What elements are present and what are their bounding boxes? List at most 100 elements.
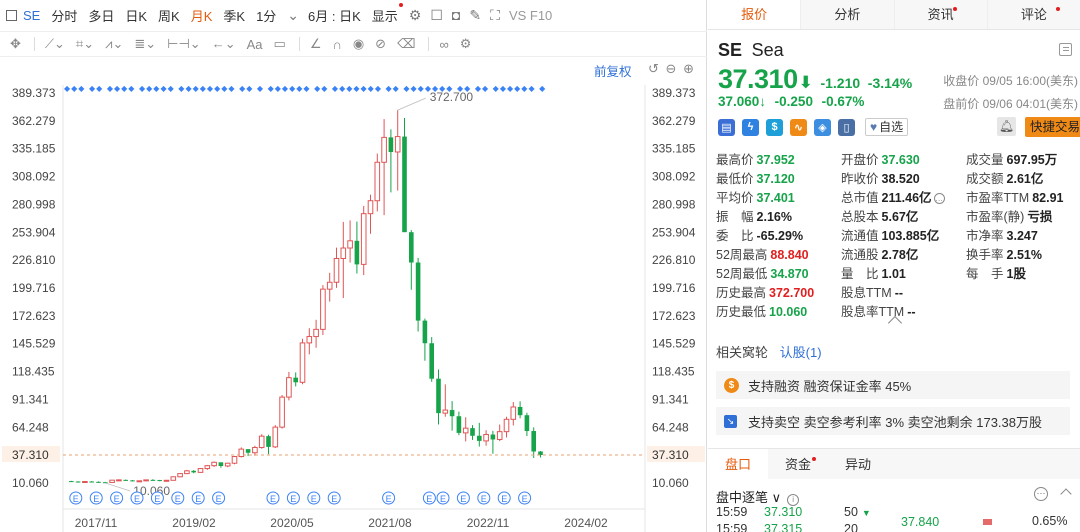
stat-cell: 昨收价 38.520 <box>841 168 966 187</box>
fib-tool-icon[interactable]: ≣⌄ <box>134 36 156 52</box>
eye-icon[interactable]: ◉ <box>353 36 364 52</box>
candle-body <box>374 161 381 202</box>
dollar-icon[interactable]: $ <box>766 118 783 136</box>
period-tab-multiday[interactable]: 多日 <box>88 6 114 25</box>
candle-body <box>252 446 258 454</box>
earnings-marker-label: E <box>311 494 317 504</box>
tab-comments[interactable]: 评论 <box>986 0 1080 29</box>
stat-label: 每 手 <box>966 267 1004 281</box>
wave-tool-icon[interactable]: ⩘⌄ <box>105 36 123 52</box>
stat-label: 市净率 <box>966 229 1004 243</box>
period-tab-weekly[interactable]: 周K <box>158 6 180 25</box>
quick-trade-button[interactable]: 快捷交易 <box>1025 117 1080 137</box>
bookmark-icon[interactable]: ▯ <box>838 118 855 136</box>
hide-icon[interactable]: ⊘ <box>375 36 386 52</box>
y-tick-label-right: 362.279 <box>652 114 696 128</box>
pencil-icon[interactable]: ✎ <box>469 7 481 24</box>
stat-cell: 成交量 697.95万 <box>966 149 1080 168</box>
stat-value: -- <box>907 305 916 319</box>
y-tick-label-left: 118.435 <box>12 365 55 379</box>
stat-label: 市盈率(静) <box>966 210 1025 224</box>
trash-icon[interactable]: ⌫ <box>397 36 415 52</box>
move-icon[interactable]: ✥ <box>10 36 21 52</box>
candle-body <box>218 462 224 466</box>
more-info-icon[interactable]: … <box>933 193 945 204</box>
bell-icon[interactable]: 🔔︎ <box>997 117 1016 136</box>
info-icon[interactable]: i <box>787 494 800 506</box>
tick-title[interactable]: 盘中逐笔 ∨ <box>716 490 781 505</box>
gear-icon[interactable]: ⚙ <box>409 7 422 24</box>
margin-info[interactable]: $ 支持融资 融资保证金率 45% <box>716 371 1070 399</box>
y-tick-label-left: 226.810 <box>12 253 56 267</box>
note-tool-icon[interactable]: ▭ <box>274 36 286 52</box>
square-icon[interactable]: ☐ <box>430 7 443 24</box>
period-tab-1min[interactable]: 1分 <box>256 6 276 25</box>
stat-cell: 52周最低 34.870 <box>716 263 841 282</box>
symbol-label[interactable]: SE <box>23 8 40 23</box>
period-tab-quarterly[interactable]: 季K <box>223 6 245 25</box>
chart-area[interactable]: 389.373 389.373 362.279 362.279 335.185 335.1… <box>0 57 707 532</box>
menu-icon[interactable] <box>1059 43 1072 56</box>
stats-row: 最低价 37.120 昨收价 38.520 成交额 2.61亿 <box>716 168 1080 187</box>
unread-dot <box>952 7 957 11</box>
display-menu[interactable]: 显示 <box>372 2 403 25</box>
tab-analysis[interactable]: 分析 <box>800 0 893 29</box>
measure-tool-icon[interactable]: ⊢⊣⌄ <box>167 36 201 52</box>
y-tick-label-left: 389.373 <box>12 86 56 100</box>
zoom-out-icon[interactable]: ⊖ <box>666 61 677 76</box>
adjust-mode-link[interactable]: 前复权 <box>594 61 632 80</box>
tab-capital[interactable]: 资金 <box>768 449 828 479</box>
fullscreen-icon[interactable]: ⛶ <box>490 7 500 24</box>
short-text: 支持卖空 卖空参考利率 3% 卖空池剩余 173.38万股 <box>748 414 1042 430</box>
tab-news[interactable]: 资讯 <box>893 0 987 29</box>
candle-body <box>462 427 469 434</box>
period-tab-daily[interactable]: 日K <box>125 6 147 25</box>
arrow-tool-icon[interactable]: ←⌄ <box>212 36 236 52</box>
settings-icon[interactable]: ⚙ <box>460 36 472 52</box>
earnings-marker-label: E <box>216 494 222 504</box>
range-select[interactable]: 6月 : 日K <box>308 6 361 25</box>
stats-row: 委 比 -65.29% 流通值 103.885亿 市净率 3.247 <box>716 225 1080 244</box>
stat-value: 697.95万 <box>1006 153 1058 167</box>
warrant-link[interactable]: 认股(1) <box>780 345 822 360</box>
period-tab-intraday[interactable]: 分时 <box>51 6 77 25</box>
candle-body <box>286 377 292 398</box>
stat-label: 流通股 <box>841 248 879 262</box>
candle-body <box>163 479 170 482</box>
heart-icon: ♥ <box>870 120 878 134</box>
add-watchlist-button[interactable]: ♥ 自选 <box>865 118 909 136</box>
stat-label: 52周最低 <box>716 267 768 281</box>
x-tick-label: 2019/02 <box>172 516 216 530</box>
undo-icon[interactable]: ↺ <box>648 61 659 76</box>
line-tool-icon[interactable]: ⟋⌄ <box>45 36 65 52</box>
tag-icon[interactable]: ◈ <box>814 118 831 136</box>
camera-icon[interactable]: ◘ <box>452 7 460 23</box>
us-flag-icon[interactable]: ▤ <box>718 118 735 136</box>
candle-body <box>116 479 122 482</box>
coin-icon: $ <box>724 377 739 393</box>
zoom-in-icon[interactable]: ⊕ <box>683 61 694 76</box>
layout-icon[interactable] <box>6 9 17 21</box>
link-icon[interactable]: ∞ <box>439 37 448 52</box>
tab-orderbook[interactable]: 盘口 <box>708 449 768 479</box>
candle-body <box>123 479 128 481</box>
premarket-time: 盘前价 09/06 04:01(美东) <box>943 97 1078 111</box>
tab-quote[interactable]: 报价 <box>708 0 801 29</box>
stat-cell: 流通股 2.78亿 <box>841 244 966 263</box>
text-tool-icon[interactable]: Aa <box>247 37 263 52</box>
lightning-icon[interactable]: ϟ <box>742 118 759 136</box>
magnet-icon[interactable]: ∩ <box>332 37 341 52</box>
channel-tool-icon[interactable]: ⌗⌄ <box>76 36 94 52</box>
period-tab-monthly[interactable]: 月K <box>191 6 213 25</box>
tab-movers[interactable]: 异动 <box>828 449 888 479</box>
short-info[interactable]: ↘ 支持卖空 卖空参考利率 3% 卖空池剩余 173.38万股 <box>716 407 1070 435</box>
badge-row: ▤ ϟ $ ∿ ◈ ▯ ♥ 自选 🔔︎ 快捷交易 <box>718 117 1080 137</box>
kline-chart[interactable]: 389.373 389.373 362.279 362.279 335.185 335.1… <box>0 57 707 532</box>
more-icon[interactable]: ··· <box>1034 487 1048 501</box>
compare-f10-label[interactable]: VS F10 <box>509 8 552 23</box>
chevron-down-icon[interactable]: ⌄ <box>287 7 299 24</box>
chevron-up-icon[interactable] <box>1060 488 1072 500</box>
trend-icon[interactable]: ∿ <box>790 118 807 136</box>
y-tick-label-left: 280.998 <box>12 197 56 211</box>
angle-tool-icon[interactable]: ∠ <box>310 36 322 52</box>
